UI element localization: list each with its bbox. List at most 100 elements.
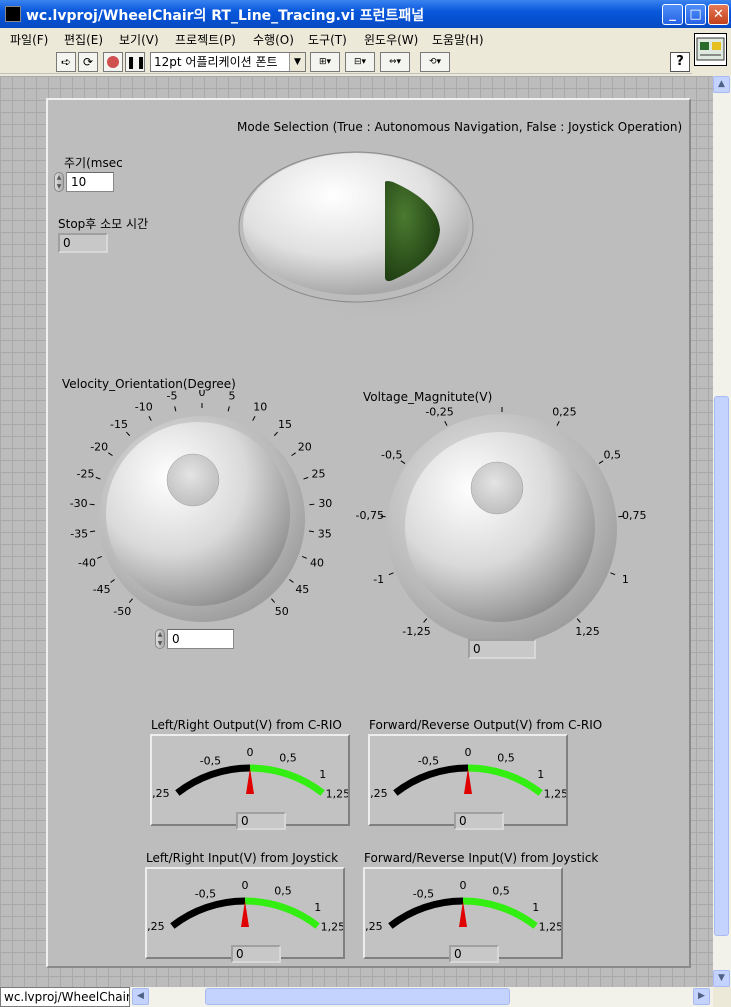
velocity-scale-tick-label: -35: [70, 527, 88, 540]
velocity-input[interactable]: 0: [167, 629, 234, 649]
horizontal-scroll-thumb[interactable]: [205, 988, 510, 1005]
velocity-scale-tick: [289, 579, 294, 583]
mode-selection-button[interactable]: [228, 142, 508, 327]
period-label: 주기(msec: [64, 156, 123, 170]
voltage-scale-tick-label: -0,75: [355, 509, 383, 522]
window-title-bar[interactable]: wc.lvproj/WheelChair의 RT_Line_Tracing.vi…: [0, 0, 731, 28]
meter-tick-label: -0,5: [195, 887, 216, 900]
meter-lr-input-gauge: -1,25 -0,5 0 0,5 11,25: [136, 879, 345, 967]
vertical-scroll-thumb[interactable]: [714, 396, 729, 936]
velocity-scale-tick-label: -5: [167, 390, 178, 403]
menu-operate[interactable]: 수행(O): [253, 31, 294, 48]
meter-tick-label: 1,25: [321, 920, 343, 933]
meter-lr-output-gauge: -1,25 -0,5 0 0,5 11,25: [141, 746, 350, 834]
velocity-scale-tick-label: -15: [110, 418, 128, 431]
maximize-button[interactable]: □: [685, 4, 706, 25]
menu-file[interactable]: 파일(F): [10, 31, 48, 48]
stop-time-label: Stop후 소모 시간: [58, 217, 149, 231]
stop-time-indicator: 0: [58, 233, 108, 253]
velocity-scale-tick-label: 35: [318, 527, 332, 540]
velocity-scale-tick-label: -20: [90, 441, 108, 454]
scroll-right-button[interactable]: ▶: [693, 988, 710, 1005]
velocity-scale-tick-label: -45: [93, 583, 111, 596]
resize-icon[interactable]: ⇔▾: [380, 52, 410, 72]
chevron-down-icon: ▼: [289, 53, 305, 71]
meter-tick-label: -0,5: [418, 754, 439, 767]
reorder-icon[interactable]: ⟲▾: [420, 52, 450, 72]
meter-tick-label: 1,25: [326, 787, 348, 800]
meter-tick-label: -1,25: [147, 920, 165, 933]
menu-view[interactable]: 보기(V): [119, 31, 159, 48]
velocity-scale-tick: [291, 452, 296, 457]
help-button[interactable]: ?: [670, 52, 690, 72]
resize-grip-icon[interactable]: [713, 987, 731, 1007]
scroll-down-button[interactable]: ▼: [713, 970, 730, 987]
meter-tick-label: 0: [242, 879, 249, 892]
meter-tick-label: -0,5: [200, 754, 221, 767]
meter-tick-label: 0,5: [279, 752, 297, 765]
meter-negative-arc: [388, 897, 464, 929]
voltage-scale-tick: [576, 618, 581, 623]
meter-tick-label: 1: [319, 768, 326, 781]
minimize-button[interactable]: _: [662, 4, 683, 25]
meter-tick-label: 0,5: [274, 885, 292, 898]
meter-negative-arc: [175, 764, 251, 796]
distribute-icon[interactable]: ⊟▾: [345, 52, 375, 72]
pause-icon[interactable]: ❚❚: [125, 52, 146, 72]
velocity-scale-tick-label: 40: [310, 556, 324, 569]
meter-negative-arc: [170, 897, 246, 929]
velocity-increment-decrement[interactable]: ▲ ▼: [155, 629, 165, 649]
run-continuous-icon[interactable]: ⟳: [78, 52, 98, 72]
align-icon[interactable]: ⊞▾: [310, 52, 340, 72]
velocity-scale-tick: [309, 503, 315, 506]
meter-tick-label: -1,25: [365, 920, 383, 933]
close-button[interactable]: ✕: [708, 4, 729, 25]
velocity-scale-tick-label: 0: [199, 390, 206, 399]
voltage-knob[interactable]: -1,25-1-0,75-0,5-0,2500,250,50,7511,25: [348, 405, 668, 645]
voltage-scale-tick-label: 0,25: [552, 406, 577, 419]
menu-tools[interactable]: 도구(T): [308, 31, 347, 48]
scroll-left-button[interactable]: ◀: [132, 988, 149, 1005]
run-arrow-icon[interactable]: ➪: [56, 52, 76, 72]
vertical-scrollbar[interactable]: ▲ ▼: [713, 76, 731, 987]
abort-icon[interactable]: [103, 52, 123, 72]
meter-fr-input: -1,25 -0,5 0 0,5 11,25 0: [354, 867, 563, 967]
velocity-scale-tick: [273, 431, 278, 437]
meter-tick-label: 1: [314, 901, 321, 914]
meter-fr-output: -1,25 -0,5 0 0,5 11,25 0: [359, 734, 568, 834]
voltage-scale-tick-label: -0,5: [381, 449, 402, 462]
period-increment-decrement[interactable]: ▲ ▼: [54, 172, 64, 192]
front-panel-canvas: Mode Selection (True : Autonomous Naviga…: [0, 76, 713, 987]
meter-negative-arc: [393, 764, 469, 796]
menu-bar: 파일(F) 편집(E) 보기(V) 프로젝트(P) 수행(O) 도구(T) 윈도…: [0, 28, 692, 50]
menu-help[interactable]: 도움말(H): [432, 31, 484, 48]
vi-icon[interactable]: [694, 33, 727, 66]
mode-selection-label: Mode Selection (True : Autonomous Naviga…: [237, 120, 683, 134]
velocity-scale-tick: [108, 452, 113, 457]
voltage-scale-tick-label: 0,5: [604, 449, 622, 462]
scroll-up-button[interactable]: ▲: [713, 76, 730, 93]
labview-app-icon[interactable]: [5, 6, 21, 22]
meter-positive-arc: [462, 897, 538, 929]
menu-project[interactable]: 프로젝트(P): [175, 31, 236, 48]
velocity-knob[interactable]: -50-45-40-35-30-25-20-15-10-5 0 5101520253…: [48, 390, 358, 630]
meter-lr-input: -1,25 -0,5 0 0,5 11,25 0: [136, 867, 345, 967]
velocity-scale-tick: [252, 415, 256, 421]
meter-needle: [464, 768, 472, 794]
velocity-scale-tick: [110, 579, 115, 583]
horizontal-scrollbar[interactable]: ◀ ▶: [130, 987, 713, 1007]
menu-window[interactable]: 윈도우(W): [364, 31, 418, 48]
velocity-scale-tick: [148, 415, 152, 421]
menu-edit[interactable]: 편집(E): [64, 31, 103, 48]
font-selector[interactable]: 12pt 어플리케이션 폰트 ▼: [150, 52, 306, 72]
voltage-scale-tick-label: 0,75: [622, 509, 647, 522]
voltage-scale-tick-label: -1: [373, 573, 384, 586]
period-input[interactable]: 10: [66, 172, 114, 192]
velocity-scale-tick-label: 25: [312, 468, 326, 481]
meter-needle: [246, 768, 254, 794]
vi-connector-icon: [696, 37, 725, 61]
voltage-scale-tick-label: 1,25: [575, 625, 600, 638]
velocity-scale-tick: [90, 530, 96, 533]
meter-tick-label: 0,5: [492, 885, 510, 898]
velocity-scale-tick-label: 15: [278, 418, 292, 431]
